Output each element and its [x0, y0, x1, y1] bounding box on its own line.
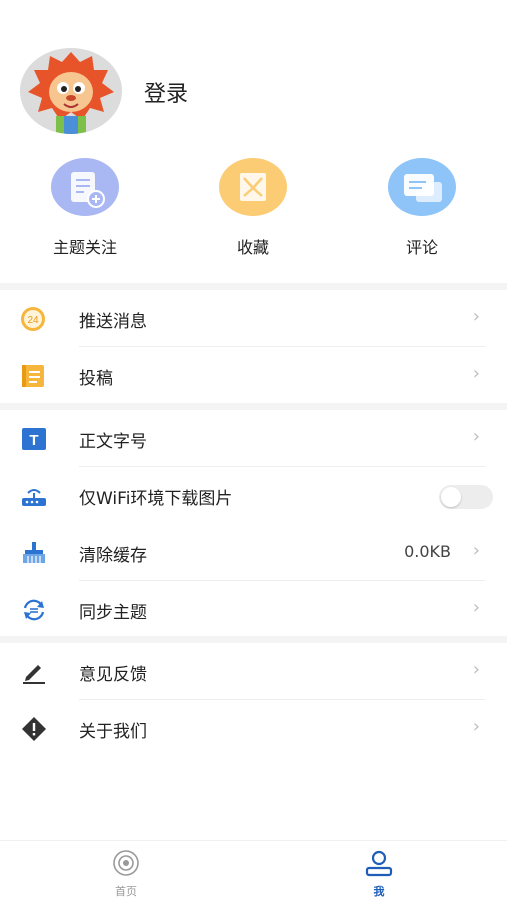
menu-item-feedback[interactable]: 意见反馈 ›: [0, 643, 507, 700]
toggle-knob: [441, 487, 461, 507]
topic-follow-icon: [51, 158, 119, 216]
avatar[interactable]: [20, 48, 122, 134]
cache-size-value: 0.0KB: [404, 542, 451, 561]
menu-item-label: 关于我们: [79, 722, 147, 742]
comments-icon: [388, 158, 456, 216]
tab-me[interactable]: 我: [339, 849, 419, 899]
menu-item-sync[interactable]: 同步主题 ›: [0, 581, 507, 638]
push-badge-icon: 24: [20, 306, 48, 332]
shortcut-comments[interactable]: 评论: [362, 158, 482, 258]
menu-item-label: 推送消息: [79, 312, 147, 332]
shortcut-label: 收藏: [236, 238, 269, 257]
chevron-right-icon: ›: [472, 716, 480, 737]
broom-icon: [20, 540, 48, 566]
login-link[interactable]: 登录: [144, 76, 188, 108]
menu-item-submit[interactable]: 投稿 ›: [0, 347, 507, 404]
shortcut-favorites[interactable]: 收藏: [193, 158, 313, 258]
font-size-icon: T: [20, 426, 48, 452]
menu-item-label: 仅WiFi环境下载图片: [79, 489, 233, 509]
section-divider: [0, 403, 507, 410]
shortcut-topic-follow[interactable]: 主题关注: [25, 158, 145, 258]
menu-item-label: 同步主题: [79, 603, 147, 623]
diamond-alert-icon: [20, 716, 48, 742]
chevron-right-icon: ›: [472, 306, 480, 327]
wifi-only-toggle[interactable]: [439, 485, 493, 509]
chevron-right-icon: ›: [472, 426, 480, 447]
router-icon: [20, 483, 48, 509]
menu-item-about[interactable]: 关于我们 ›: [0, 700, 507, 757]
svg-text:24: 24: [27, 315, 39, 326]
lion-mascot-icon: [20, 48, 122, 134]
submit-document-icon: [20, 363, 48, 389]
tab-home[interactable]: 首页: [86, 849, 166, 899]
section-divider: [0, 283, 507, 290]
menu-item-label: 清除缓存: [79, 546, 147, 566]
sync-icon: [20, 597, 48, 623]
chevron-right-icon: ›: [472, 597, 480, 618]
menu-item-font-size[interactable]: T 正文字号 ›: [0, 410, 507, 467]
chevron-right-icon: ›: [472, 540, 480, 561]
tab-label: 我: [373, 885, 385, 898]
menu-item-push[interactable]: 24 推送消息 ›: [0, 290, 507, 347]
shortcut-label: 评论: [405, 238, 438, 257]
pencil-icon: [20, 659, 48, 685]
tab-label: 首页: [115, 885, 137, 898]
user-profile-icon: [365, 850, 393, 877]
section-divider: [0, 636, 507, 643]
bottom-tab-bar: 首页 我: [0, 840, 507, 900]
chevron-right-icon: ›: [472, 363, 480, 384]
svg-text:T: T: [29, 432, 38, 449]
shortcut-row: 主题关注 收藏 评论: [0, 158, 507, 268]
shortcut-label: 主题关注: [52, 238, 117, 257]
menu-item-label: 投稿: [79, 369, 113, 389]
menu-item-clear-cache[interactable]: 清除缓存 0.0KB ›: [0, 524, 507, 581]
profile-header: 登录: [0, 0, 507, 150]
favorites-icon: [219, 158, 287, 216]
menu-item-wifi-only: 仅WiFi环境下载图片: [0, 467, 507, 524]
menu-item-label: 意见反馈: [79, 665, 147, 685]
menu-item-label: 正文字号: [79, 432, 147, 452]
home-icon: [113, 850, 139, 876]
chevron-right-icon: ›: [472, 659, 480, 680]
